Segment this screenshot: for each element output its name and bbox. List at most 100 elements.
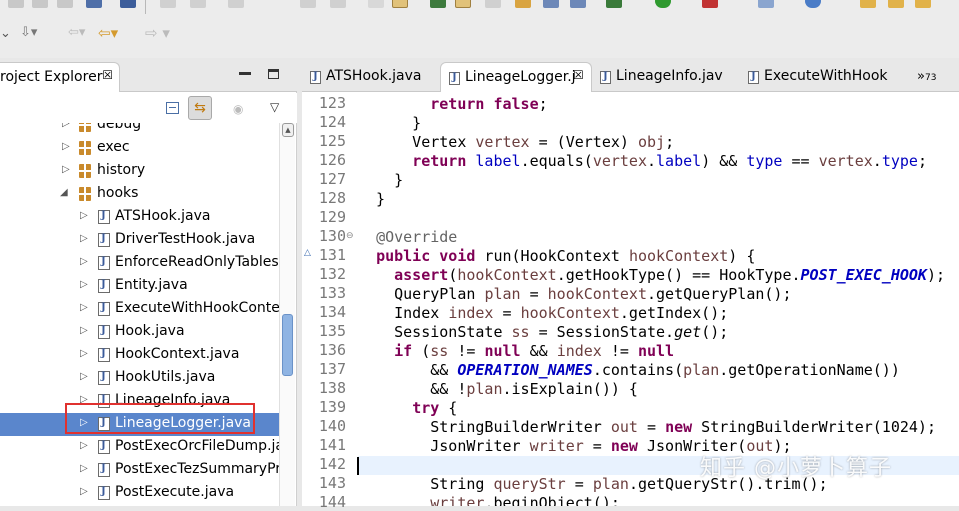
expand-arrow-icon[interactable]: ▷ bbox=[62, 123, 70, 129]
java-file-icon bbox=[98, 233, 110, 247]
last-edit-icon[interactable]: ⇦▾ bbox=[68, 25, 85, 40]
tree-item-exec[interactable]: ▷ exec bbox=[0, 137, 279, 160]
code-line: } bbox=[358, 171, 404, 189]
search-icon[interactable] bbox=[120, 0, 136, 8]
package-icon[interactable] bbox=[515, 0, 531, 8]
java-file-icon bbox=[600, 71, 611, 84]
tree-item-hooks[interactable]: ◢ hooks bbox=[0, 183, 279, 206]
folder-icon[interactable] bbox=[860, 0, 876, 8]
back-icon[interactable]: ⇦▾ bbox=[98, 24, 118, 42]
main-toolbar bbox=[0, 0, 959, 16]
save-icon[interactable] bbox=[8, 0, 24, 8]
debug-icon[interactable] bbox=[228, 0, 244, 8]
refresh-icon[interactable] bbox=[300, 0, 316, 8]
bug-icon[interactable] bbox=[606, 0, 622, 8]
pin-icon[interactable] bbox=[430, 0, 446, 8]
mark-icon[interactable] bbox=[455, 0, 471, 8]
link-with-editor-icon[interactable]: ⇆ bbox=[188, 96, 212, 120]
task-icon[interactable] bbox=[485, 0, 501, 8]
tree-item-label: HookContext.java bbox=[115, 346, 240, 362]
more-tabs-button[interactable]: »73 bbox=[917, 69, 936, 84]
project-explorer-tab[interactable]: roject Explorer ☒ bbox=[0, 62, 120, 92]
line-number: 136 bbox=[318, 341, 346, 359]
scroll-up-icon[interactable]: ▲ bbox=[282, 123, 294, 137]
java-file-icon bbox=[98, 279, 110, 293]
expand-arrow-icon[interactable]: ▷ bbox=[80, 348, 88, 359]
tab-lineageinfo[interactable]: LineageInfo.jav bbox=[592, 62, 740, 92]
line-number: 143 bbox=[318, 474, 346, 492]
expand-arrow-icon[interactable]: ▷ bbox=[80, 302, 88, 313]
explorer-scrollbar[interactable]: ▲ bbox=[279, 123, 295, 506]
expand-arrow-icon[interactable]: ▷ bbox=[62, 164, 70, 175]
tab-executewithhook[interactable]: ExecuteWithHook bbox=[740, 62, 910, 92]
code-area[interactable]: return false; } Vertex vertex = (Vertex)… bbox=[358, 93, 959, 506]
tree-item-debug[interactable]: ▷ debug bbox=[0, 123, 279, 137]
scrollbar-thumb[interactable] bbox=[282, 314, 293, 376]
expand-arrow-icon[interactable]: ▷ bbox=[80, 210, 88, 221]
tree-item-file[interactable]: ▷ ExecuteWithHookContex bbox=[0, 298, 279, 321]
open-type-icon[interactable] bbox=[86, 0, 102, 8]
tree-item-file[interactable]: ▷ ATSHook.java bbox=[0, 206, 279, 229]
globe-icon[interactable] bbox=[805, 0, 821, 8]
copy-icon[interactable] bbox=[190, 0, 206, 8]
tree-item-file[interactable]: ▷ HookContext.java bbox=[0, 344, 279, 367]
java-file-icon bbox=[98, 371, 110, 385]
line-number: 128 bbox=[318, 189, 346, 207]
tree-item-file[interactable]: ▷ PostExecute.java bbox=[0, 482, 279, 505]
open-folder-icon[interactable] bbox=[888, 0, 904, 8]
tree-item-file[interactable]: ▷ DriverTestHook.java bbox=[0, 229, 279, 252]
wizard-icon[interactable] bbox=[160, 0, 176, 8]
code-line: return label.equals(vertex.label) && typ… bbox=[412, 152, 927, 170]
tree-item-file[interactable]: ▷ HookUtils.java bbox=[0, 367, 279, 390]
tree-item-label: DriverTestHook.java bbox=[115, 231, 256, 247]
highlight-icon[interactable] bbox=[392, 0, 408, 8]
expand-arrow-icon[interactable]: ▷ bbox=[80, 325, 88, 336]
tree-item-file[interactable]: ▷ Hook.java bbox=[0, 321, 279, 344]
fold-collapse-icon[interactable]: ⊖ bbox=[346, 231, 354, 241]
close-icon[interactable]: ☒ bbox=[102, 68, 113, 82]
expand-arrow-icon[interactable]: ▷ bbox=[80, 233, 88, 244]
edit-icon[interactable] bbox=[915, 0, 931, 8]
expand-arrow-icon[interactable]: ▷ bbox=[80, 371, 88, 382]
collapse-all-icon[interactable] bbox=[166, 102, 179, 114]
tab-lineagelogger[interactable]: LineageLogger.j ☒ bbox=[440, 62, 592, 92]
line-number: 140 bbox=[318, 417, 346, 435]
save-all-icon[interactable] bbox=[32, 0, 48, 8]
tree-item-label: history bbox=[97, 162, 146, 178]
expand-arrow-icon[interactable]: ▷ bbox=[62, 141, 70, 152]
next-annotation-icon[interactable]: ⇩▾ bbox=[20, 25, 37, 40]
collapse-arrow-icon[interactable]: ◢ bbox=[60, 187, 68, 198]
run-icon[interactable] bbox=[655, 0, 671, 8]
code-line: return false; bbox=[430, 95, 548, 113]
minimize-icon[interactable] bbox=[239, 72, 251, 75]
tree-item-file[interactable]: ▷ Entity.java bbox=[0, 275, 279, 298]
pin-dropdown-icon[interactable]: ⌄ bbox=[0, 26, 11, 41]
stop-icon[interactable] bbox=[702, 0, 718, 8]
maximize-icon[interactable] bbox=[268, 69, 279, 79]
tree-item-file[interactable]: ▷ EnforceReadOnlyTables.j bbox=[0, 252, 279, 275]
arrow-icon[interactable] bbox=[368, 0, 384, 8]
close-icon[interactable]: ☒ bbox=[573, 68, 584, 82]
java-file-icon bbox=[98, 463, 110, 477]
tree-item-file[interactable]: ▷ PostExecOrcFileDump.ja bbox=[0, 436, 279, 459]
forward-icon[interactable]: ⇨ ▾ bbox=[145, 24, 170, 42]
file-icon[interactable] bbox=[543, 0, 559, 8]
expand-arrow-icon[interactable]: ▷ bbox=[80, 279, 88, 290]
tab-atshook[interactable]: ATSHook.java bbox=[302, 62, 440, 92]
server-icon[interactable] bbox=[758, 0, 774, 8]
print-icon[interactable] bbox=[57, 0, 73, 8]
expand-arrow-icon[interactable]: ▷ bbox=[80, 256, 88, 267]
expand-arrow-icon[interactable]: ▷ bbox=[80, 463, 88, 474]
filter-icon[interactable]: ◉ bbox=[233, 102, 243, 116]
expand-arrow-icon[interactable]: ▷ bbox=[80, 486, 88, 497]
view-menu-icon[interactable]: ▽ bbox=[270, 100, 279, 114]
line-number: 127 bbox=[318, 170, 346, 188]
expand-arrow-icon[interactable]: ▷ bbox=[80, 440, 88, 451]
tree-item-label: exec bbox=[97, 139, 130, 155]
tree-item-file[interactable]: ▷ PostExecTezSummaryPri bbox=[0, 459, 279, 482]
build-icon[interactable] bbox=[330, 0, 346, 8]
tree-item-history[interactable]: ▷ history bbox=[0, 160, 279, 183]
doc-icon[interactable] bbox=[570, 0, 586, 8]
tree-item-label: debug bbox=[97, 123, 142, 132]
